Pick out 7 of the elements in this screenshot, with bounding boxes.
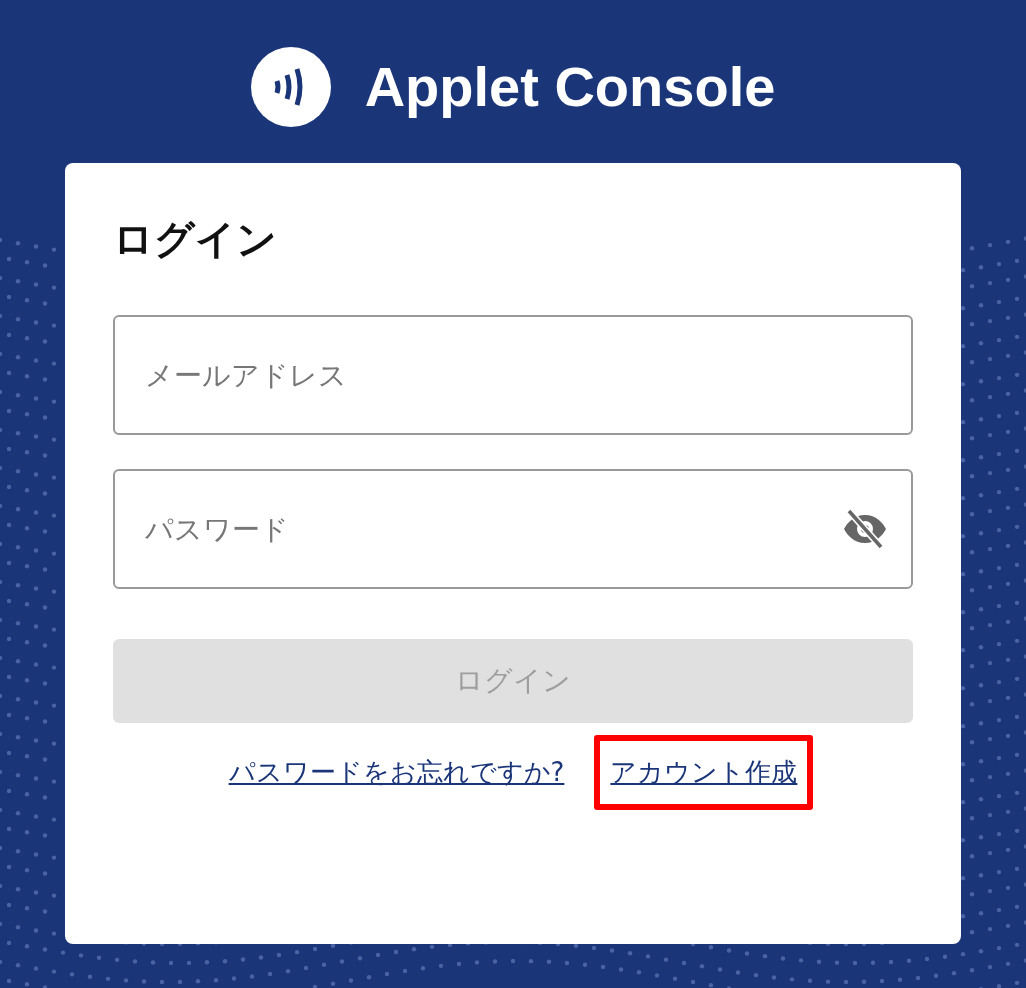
email-field[interactable]: メールアドレス (113, 315, 913, 435)
password-field[interactable]: パスワード (113, 469, 913, 589)
forgot-password-link[interactable]: パスワードをお忘れですか? (212, 735, 581, 810)
logo-icon (250, 46, 331, 127)
login-heading: ログイン (113, 215, 278, 263)
create-account-link[interactable]: アカウント作成 (594, 735, 814, 810)
app-title: Applet Console (364, 54, 776, 119)
